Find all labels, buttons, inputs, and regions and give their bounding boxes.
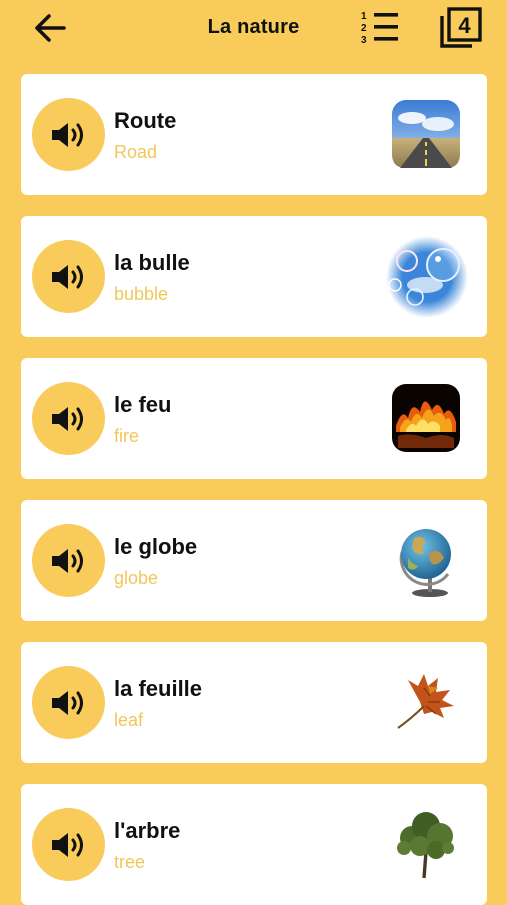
leaf-image [387,663,465,741]
translation-text: fire [114,426,140,446]
fire-image [387,379,465,457]
translation-text: tree [114,852,146,872]
tree-image [387,805,465,883]
globe-image [387,521,465,599]
speaker-icon [51,832,83,857]
speaker-button[interactable] [32,524,105,597]
bubble-image [385,235,469,319]
word-text: Route [114,108,177,133]
list-item[interactable]: le feu fire [21,358,487,479]
word-text: le globe [114,534,198,559]
road-image [387,95,465,173]
header-bar: La nature 1 2 3 4 [0,0,507,56]
speaker-button[interactable] [32,666,105,739]
translation-text: leaf [114,710,144,730]
translation-text: Road [114,142,158,162]
set-counter-icon[interactable]: 4 [438,6,484,52]
speaker-icon [51,264,83,289]
list-item[interactable]: le globe globe [21,500,487,621]
speaker-button[interactable] [32,240,105,313]
speaker-icon [51,690,83,715]
speaker-icon [51,122,83,147]
numbered-list-icon[interactable]: 1 2 3 [358,6,402,50]
word-text: l'arbre [114,818,181,843]
word-text: la bulle [114,250,190,275]
speaker-icon [51,406,83,431]
translation-text: globe [114,568,159,588]
list-item[interactable]: l'arbre tree [21,784,487,905]
speaker-icon [51,548,83,573]
word-text: le feu [114,392,172,417]
speaker-button[interactable] [32,98,105,171]
list-item[interactable]: Route Road [21,74,487,195]
svg-text:2: 2 [361,23,367,34]
svg-text:3: 3 [361,35,367,46]
word-text: la feuille [114,676,203,701]
list-item[interactable]: la bulle bubble [21,216,487,337]
speaker-button[interactable] [32,808,105,881]
svg-text:1: 1 [361,11,367,22]
list-item[interactable]: la feuille leaf [21,642,487,763]
page-title: La nature [207,16,300,38]
speaker-button[interactable] [32,382,105,455]
translation-text: bubble [114,284,169,304]
set-number: 4 [458,13,471,38]
